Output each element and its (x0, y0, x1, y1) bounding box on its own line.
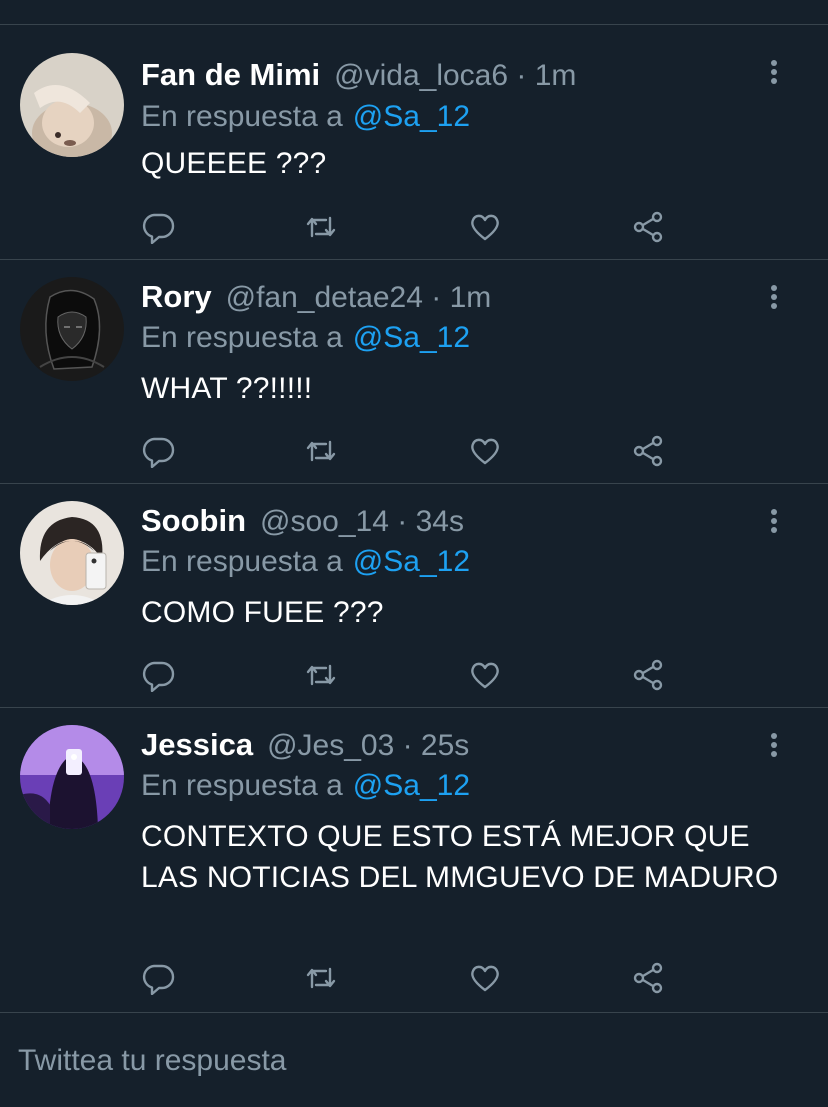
tweet-header: Fan de Mimi @vida_loca6 · 1m (141, 55, 576, 95)
tweet-text: CONTEXTO QUE ESTO ESTÁ MEJOR QUE LAS NOT… (141, 820, 779, 894)
display-name[interactable]: Soobin (141, 503, 246, 538)
more-vertical-icon[interactable] (764, 59, 784, 87)
more-vertical-icon[interactable] (764, 732, 784, 760)
handle-and-time: @soo_14 · 34s (260, 505, 464, 538)
reply-context: En respuesta a @Sa_12 (141, 97, 470, 137)
tweet-text: WHAT ??!!!!! (141, 372, 313, 405)
action-bar (141, 658, 681, 692)
heart-icon[interactable] (468, 961, 502, 995)
reply-composer (0, 1013, 828, 1107)
heart-icon[interactable] (468, 210, 502, 244)
action-bar (141, 434, 681, 468)
share-icon[interactable] (631, 210, 665, 244)
more-vertical-icon[interactable] (764, 284, 784, 312)
reply-context: En respuesta a @Sa_12 (141, 542, 470, 582)
avatar[interactable] (20, 277, 124, 381)
display-name[interactable]: Fan de Mimi (141, 57, 320, 92)
reply-prefix: En respuesta a (141, 769, 343, 802)
display-name[interactable]: Jessica (141, 727, 253, 762)
avatar[interactable] (20, 725, 124, 829)
retweet-icon[interactable] (304, 961, 338, 995)
reply-icon[interactable] (141, 961, 175, 995)
reply-context: En respuesta a @Sa_12 (141, 766, 470, 806)
reply-prefix: En respuesta a (141, 545, 343, 578)
tweet-reply[interactable]: Rory @fan_detae24 · 1m En respuesta a @Sa_… (0, 260, 828, 484)
reply-prefix: En respuesta a (141, 321, 343, 354)
reply-context: En respuesta a @Sa_12 (141, 318, 470, 358)
handle-and-time: @vida_loca6 · 1m (334, 59, 577, 92)
reply-to-link[interactable]: @Sa_12 (353, 545, 470, 578)
reply-to-link[interactable]: @Sa_12 (353, 100, 470, 133)
more-vertical-icon[interactable] (764, 508, 784, 536)
reply-icon[interactable] (141, 434, 175, 468)
heart-icon[interactable] (468, 434, 502, 468)
retweet-icon[interactable] (304, 658, 338, 692)
tweet-text: QUEEEE ??? (141, 147, 327, 180)
retweet-icon[interactable] (304, 434, 338, 468)
share-icon[interactable] (631, 434, 665, 468)
reply-icon[interactable] (141, 658, 175, 692)
avatar[interactable] (20, 53, 124, 157)
tweet-header: Rory @fan_detae24 · 1m (141, 277, 491, 317)
tweet-header: Soobin @soo_14 · 34s (141, 501, 464, 541)
reply-prefix: En respuesta a (141, 100, 343, 133)
display-name[interactable]: Rory (141, 279, 212, 314)
reply-icon[interactable] (141, 210, 175, 244)
heart-icon[interactable] (468, 658, 502, 692)
tweet-reply[interactable]: Jessica @Jes_03 · 25s En respuesta a @Sa_1… (0, 708, 828, 1013)
reply-to-link[interactable]: @Sa_12 (353, 321, 470, 354)
reply-input[interactable] (18, 1041, 798, 1081)
tweet-header: Jessica @Jes_03 · 25s (141, 725, 469, 765)
share-icon[interactable] (631, 658, 665, 692)
handle-and-time: @Jes_03 · 25s (267, 729, 470, 762)
tweet-reply[interactable]: Fan de Mimi @vida_loca6 · 1m En respuesta… (0, 25, 828, 260)
handle-and-time: @fan_detae24 · 1m (225, 281, 492, 314)
retweet-icon[interactable] (304, 210, 338, 244)
action-bar (141, 210, 681, 244)
action-bar (141, 961, 681, 995)
avatar[interactable] (20, 501, 124, 605)
tweet-reply[interactable]: Soobin @soo_14 · 34s En respuesta a @Sa_12… (0, 484, 828, 708)
reply-to-link[interactable]: @Sa_12 (353, 769, 470, 802)
tweet-text: COMO FUEE ??? (141, 596, 384, 629)
share-icon[interactable] (631, 961, 665, 995)
